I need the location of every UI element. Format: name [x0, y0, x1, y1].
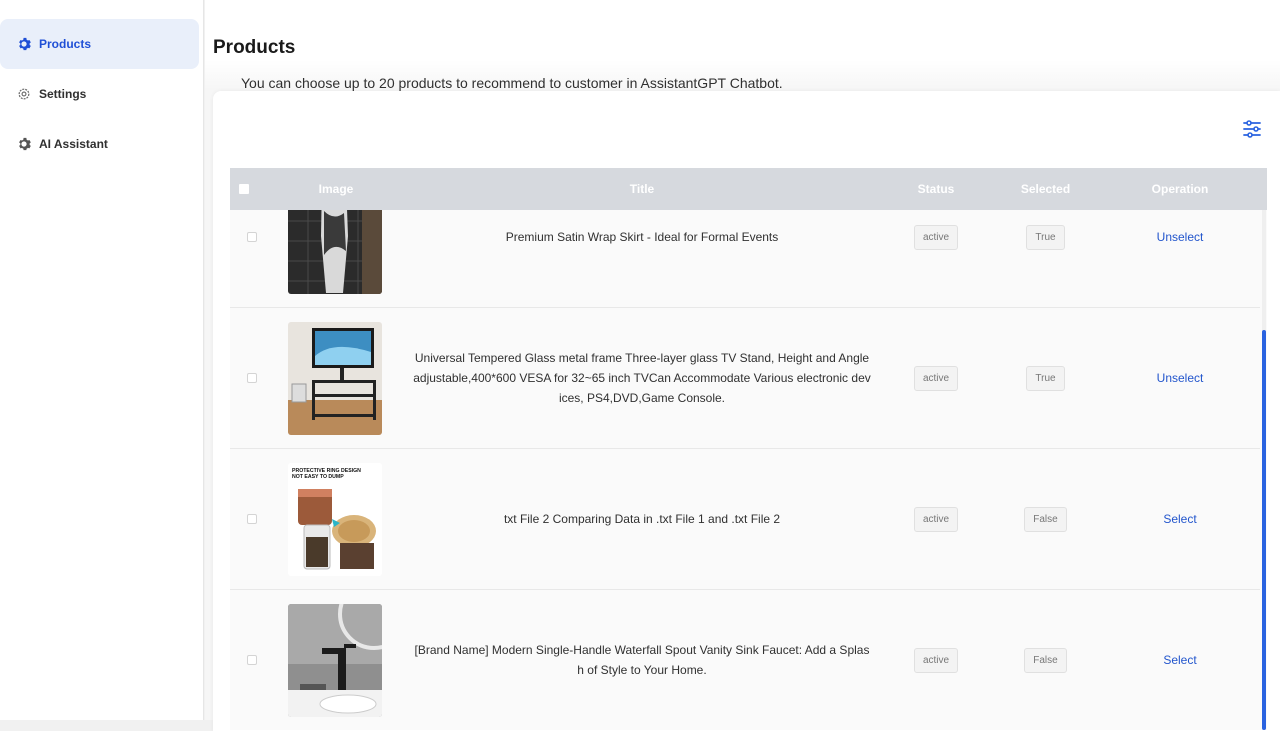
unselect-link[interactable]: Unselect	[1157, 371, 1204, 385]
products-card: Image Title Status Selected Operation Pr…	[213, 91, 1280, 731]
row-title: txt File 2 Comparing Data in .txt File 1…	[503, 512, 781, 526]
table-row: Universal Tempered Glass metal frame Thr…	[230, 308, 1260, 449]
row-check-cell	[230, 232, 288, 242]
row-status-cell: active	[900, 224, 972, 250]
page-title: Products	[213, 37, 296, 58]
row-selected-cell: True	[972, 224, 1119, 250]
row-status-cell: active	[900, 365, 972, 391]
header-status: Status	[917, 182, 955, 196]
status-badge: active	[913, 647, 959, 673]
sidebar-item-label: Settings	[39, 87, 87, 101]
row-image-cell: PROTECTIVE RING DESIGN NOT EASY TO DUMP	[288, 462, 384, 576]
row-operation-cell: Unselect	[1119, 230, 1241, 244]
row-title: [Brand Name] Modern Single-Handle Waterf…	[414, 643, 870, 677]
select-link[interactable]: Select	[1163, 653, 1196, 667]
sidebar-item-products[interactable]: Products	[0, 19, 199, 69]
row-checkbox[interactable]	[247, 655, 257, 665]
sidebar-item-label: AI Assistant	[39, 137, 108, 151]
select-all-cell	[230, 184, 288, 194]
gear-icon	[17, 37, 31, 51]
selected-badge: True	[1026, 365, 1065, 391]
skirt-product-image	[288, 210, 382, 294]
row-selected-cell: False	[972, 506, 1119, 532]
row-checkbox[interactable]	[247, 514, 257, 524]
svg-text:NOT EASY TO DUMP: NOT EASY TO DUMP	[292, 474, 344, 480]
row-operation-cell: Select	[1119, 512, 1241, 526]
row-image-cell	[288, 210, 384, 294]
row-check-cell	[230, 373, 288, 383]
row-status-cell: active	[900, 506, 972, 532]
row-image-cell	[288, 321, 384, 435]
header-selected: Selected	[1020, 182, 1071, 196]
jar-product-image: PROTECTIVE RING DESIGN NOT EASY TO DUMP	[288, 462, 382, 576]
sidebar: Products Settings AI Assistant	[0, 0, 204, 720]
scrollbar-thumb[interactable]	[1262, 330, 1266, 730]
row-check-cell	[230, 655, 288, 665]
sliders-icon[interactable]	[1241, 118, 1263, 140]
gear-icon	[17, 137, 31, 151]
gear-outline-icon	[17, 87, 31, 101]
selected-badge: False	[1024, 647, 1067, 673]
row-checkbox[interactable]	[247, 373, 257, 383]
select-all-checkbox[interactable]	[239, 184, 249, 194]
row-status-cell: active	[900, 647, 972, 673]
table-row: Premium Satin Wrap Skirt - Ideal for For…	[230, 210, 1260, 308]
main-content: Products You can choose up to 20 product…	[205, 0, 1280, 731]
header-title: Title	[629, 182, 655, 196]
row-title: Universal Tempered Glass metal frame Thr…	[413, 351, 871, 405]
status-badge: active	[913, 506, 959, 532]
row-image-cell	[288, 603, 384, 717]
header-operation: Operation	[1151, 182, 1209, 196]
row-operation-cell: Unselect	[1119, 371, 1241, 385]
products-table: Image Title Status Selected Operation Pr…	[230, 168, 1267, 730]
sidebar-item-settings[interactable]: Settings	[0, 69, 199, 119]
row-selected-cell: False	[972, 647, 1119, 673]
row-operation-cell: Select	[1119, 653, 1241, 667]
table-scrollbar[interactable]	[1262, 210, 1266, 730]
faucet-product-image	[288, 603, 382, 717]
unselect-link[interactable]: Unselect	[1157, 230, 1204, 244]
select-link[interactable]: Select	[1163, 512, 1196, 526]
row-checkbox[interactable]	[247, 232, 257, 242]
row-check-cell	[230, 514, 288, 524]
table-header: Image Title Status Selected Operation	[230, 168, 1267, 210]
status-badge: active	[913, 365, 959, 391]
sidebar-item-label: Products	[39, 37, 92, 51]
table-row: [Brand Name] Modern Single-Handle Waterf…	[230, 590, 1260, 730]
sidebar-item-ai-assistant[interactable]: AI Assistant	[0, 119, 199, 169]
table-row: PROTECTIVE RING DESIGN NOT EASY TO DUMP	[230, 449, 1260, 590]
tv-stand-product-image	[288, 321, 382, 435]
header-image: Image	[318, 182, 354, 196]
table-body[interactable]: Premium Satin Wrap Skirt - Ideal for For…	[230, 210, 1267, 730]
row-selected-cell: True	[972, 365, 1119, 391]
selected-badge: False	[1024, 506, 1067, 532]
row-title: Premium Satin Wrap Skirt - Ideal for For…	[505, 230, 779, 244]
status-badge: active	[913, 224, 959, 250]
page-description: You can choose up to 20 products to reco…	[241, 75, 783, 91]
selected-badge: True	[1026, 224, 1065, 250]
